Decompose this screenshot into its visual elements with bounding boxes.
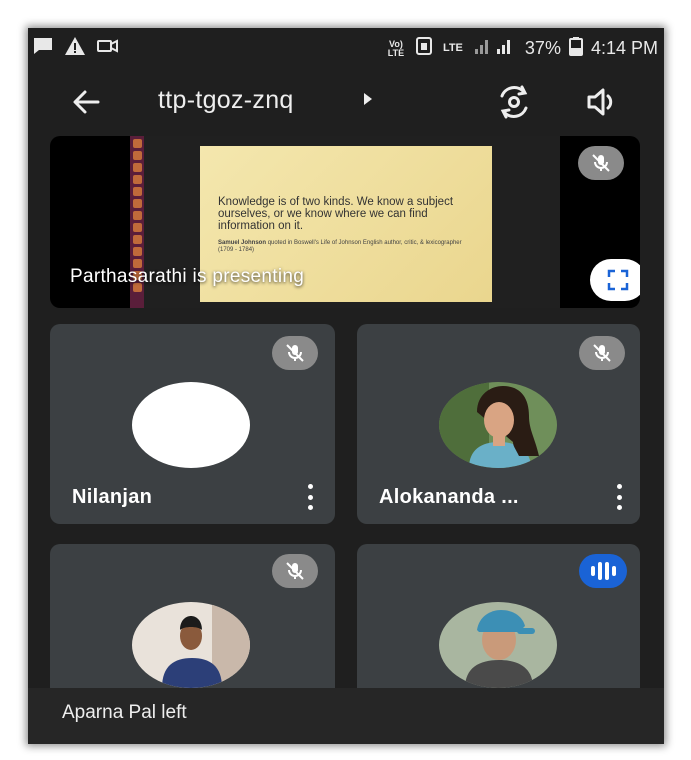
more-options-button[interactable]	[615, 484, 623, 510]
top-app-bar: ttp-tgoz-znq	[28, 72, 664, 128]
signal-icon	[473, 36, 517, 61]
speaking-badge	[579, 554, 627, 588]
meeting-code[interactable]: ttp-tgoz-znq	[158, 86, 294, 115]
battery-level: 37%	[524, 38, 561, 58]
chat-icon	[32, 36, 54, 61]
video-call-icon	[96, 36, 120, 61]
mic-off-badge	[272, 554, 318, 588]
presenter-label: Parthasarathi is presenting	[70, 266, 305, 287]
switch-camera-button[interactable]	[494, 82, 534, 122]
slide-attribution-block: Samuel Johnson quoted in Boswell's Life …	[218, 240, 468, 254]
slide-quote: Knowledge is of two kinds. We know a sub…	[218, 196, 454, 232]
switch-camera-icon	[500, 85, 528, 119]
participant-name: Nilanjan	[72, 486, 153, 508]
back-arrow-icon	[73, 90, 100, 114]
caret-right-icon[interactable]	[364, 93, 372, 105]
clock: 4:14 PM	[590, 38, 658, 58]
warning-icon	[64, 36, 86, 61]
mic-off-badge	[579, 336, 625, 370]
fullscreen-button[interactable]	[590, 259, 640, 301]
presenter-mic-off-badge	[578, 146, 624, 180]
avatar	[132, 382, 250, 468]
sim-icon	[415, 36, 433, 61]
mic-off-icon	[593, 344, 611, 362]
battery-icon	[568, 36, 583, 61]
mic-off-badge	[272, 336, 318, 370]
participant-name: Alokananda ...	[379, 486, 519, 508]
meet-screen: Vo) LTE LTE 37% 4:14 PM ttp-tgoz-znq Kno…	[28, 28, 664, 744]
mic-off-icon	[286, 344, 304, 362]
back-button[interactable]	[66, 82, 106, 122]
lte-label: LTE	[442, 42, 463, 54]
participant-tile[interactable]: Alokananda ...	[357, 324, 640, 524]
snackbar-message: Aparna Pal left	[62, 702, 187, 723]
avatar	[439, 602, 557, 688]
mic-off-icon	[286, 562, 304, 580]
volte-label: Vo) LTE	[387, 38, 405, 58]
speaker-button[interactable]	[584, 84, 620, 120]
avatar	[439, 382, 557, 468]
slide-author: Samuel Johnson	[218, 240, 267, 246]
status-bar: Vo) LTE LTE 37% 4:14 PM	[28, 28, 664, 68]
presentation-tile[interactable]: Knowledge is of two kinds. We know a sub…	[50, 136, 640, 308]
mic-off-icon	[592, 154, 610, 172]
more-options-button[interactable]	[306, 484, 314, 510]
avatar	[132, 602, 250, 688]
fullscreen-icon	[607, 269, 629, 291]
snackbar: Aparna Pal left	[28, 688, 664, 744]
participant-tile[interactable]: Nilanjan	[50, 324, 335, 524]
speaker-icon	[587, 88, 613, 116]
